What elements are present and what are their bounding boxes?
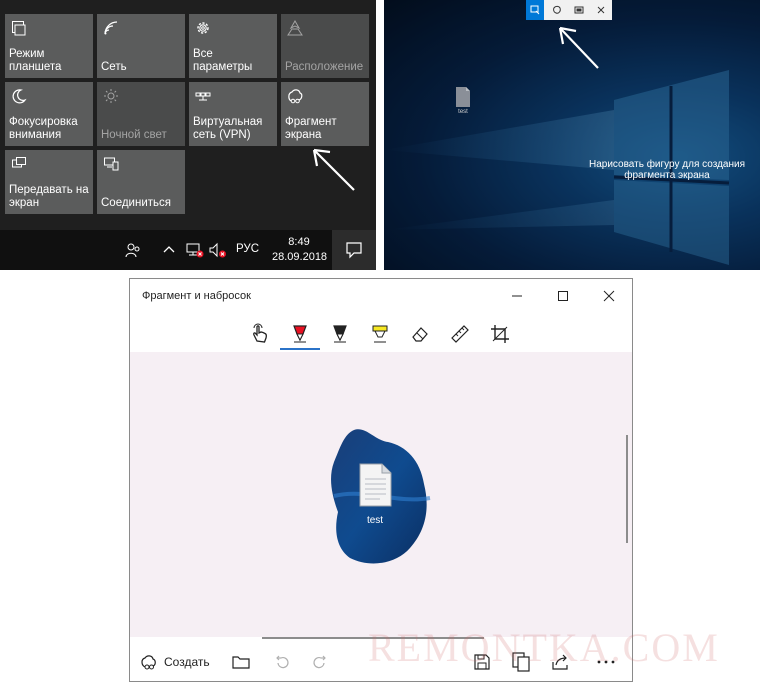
gear-icon xyxy=(197,22,209,34)
vpn-icon xyxy=(195,92,211,101)
people-icon[interactable] xyxy=(125,242,141,258)
highlighter-icon xyxy=(372,325,388,343)
clock[interactable]: 8:49 28.09.2018 xyxy=(272,235,328,265)
tile-project[interactable]: Передавать на экран xyxy=(5,150,93,214)
tile-tablet-mode[interactable]: Режим планшета xyxy=(5,14,93,78)
screen-snip-icon xyxy=(141,655,156,670)
chevron-up-icon[interactable] xyxy=(163,244,175,256)
window-snip-icon xyxy=(574,6,584,14)
pencil-icon xyxy=(333,325,347,343)
ruler-button[interactable] xyxy=(440,319,480,349)
eraser-button[interactable] xyxy=(400,319,440,349)
tile-network[interactable]: Сеть xyxy=(97,14,185,78)
tile-connect[interactable]: Соединиться xyxy=(97,150,185,214)
vertical-scrollbar[interactable] xyxy=(626,435,628,543)
moon-icon xyxy=(12,89,27,104)
tile-label: Ночной свет xyxy=(101,129,167,141)
action-center-panel: Режим планшета Сеть Все параметры Распол… xyxy=(0,0,376,270)
pencil-button[interactable] xyxy=(320,319,360,349)
create-label: Создать xyxy=(164,655,210,669)
tile-label: Соединиться xyxy=(101,197,171,209)
touch-writing-icon xyxy=(253,323,267,343)
close-icon xyxy=(597,6,605,14)
ballpoint-pen-icon xyxy=(293,325,307,343)
redo-icon xyxy=(313,655,326,669)
tile-vpn[interactable]: Виртуальная сеть (VPN) xyxy=(189,82,277,146)
undo-button[interactable] xyxy=(274,649,290,675)
tile-location[interactable]: Расположение xyxy=(281,14,369,78)
selected-tool-indicator xyxy=(280,348,320,350)
highlighter-button[interactable] xyxy=(360,319,400,349)
network-disconnected-icon[interactable] xyxy=(186,242,204,258)
tile-night-light[interactable]: Ночной свет xyxy=(97,82,185,146)
desktop-snipping-overlay[interactable]: test Нарисовать фигуру для создания фраг… xyxy=(384,0,760,270)
window-title: Фрагмент и набросок xyxy=(142,290,251,302)
tile-label: Сеть xyxy=(101,61,127,73)
create-button[interactable]: Создать xyxy=(140,649,210,675)
desktop-file-label: test xyxy=(458,109,468,115)
window-snip-button[interactable] xyxy=(570,0,588,20)
canvas-file-label: test xyxy=(366,515,384,526)
action-center-button[interactable] xyxy=(332,230,376,270)
location-icon xyxy=(287,20,303,36)
close-icon xyxy=(603,290,615,302)
tile-label: Передавать на экран xyxy=(9,184,89,209)
project-icon xyxy=(12,157,26,168)
ink-toolbar xyxy=(130,317,632,351)
tile-label: Режим планшета xyxy=(9,48,62,73)
maximize-icon xyxy=(558,291,568,301)
freeform-snip-icon xyxy=(553,5,561,14)
clock-date: 28.09.2018 xyxy=(272,251,328,263)
file-icon[interactable] xyxy=(454,86,472,108)
ruler-icon xyxy=(451,325,469,343)
tile-all-settings[interactable]: Все параметры xyxy=(189,14,277,78)
snip-mode-bar xyxy=(526,0,612,20)
freeform-snip-button[interactable] xyxy=(548,0,566,20)
annotation-arrow xyxy=(558,26,599,69)
volume-muted-icon[interactable] xyxy=(209,242,227,258)
snip-canvas[interactable]: test xyxy=(130,352,632,637)
annotation-arrow xyxy=(312,148,355,191)
maximize-button[interactable] xyxy=(540,279,586,313)
rectangular-snip-button[interactable] xyxy=(526,0,544,20)
tile-screen-snip[interactable]: Фрагмент экрана xyxy=(281,82,369,146)
tile-label: Расположение xyxy=(285,61,364,73)
site-watermark: REMONTKA.COM xyxy=(368,625,720,670)
brightness-icon xyxy=(104,89,118,103)
tile-label: Все параметры xyxy=(193,48,253,73)
open-file-button[interactable] xyxy=(232,649,250,675)
tablet-mode-icon xyxy=(12,21,26,36)
tile-label: Виртуальная сеть (VPN) xyxy=(193,116,263,141)
minimize-icon xyxy=(512,295,522,297)
notifications-icon xyxy=(346,242,362,259)
rectangular-snip-icon xyxy=(530,5,540,15)
snip-instruction: Нарисовать фигуру для создания фрагмента… xyxy=(588,159,745,181)
ballpoint-pen-button[interactable] xyxy=(280,319,320,349)
crop-button[interactable] xyxy=(480,319,520,349)
close-button[interactable] xyxy=(586,279,632,313)
undo-icon xyxy=(276,655,289,669)
close-snip-button[interactable] xyxy=(592,0,610,20)
touch-writing-button[interactable] xyxy=(240,319,280,349)
clock-time: 8:49 xyxy=(288,236,310,248)
screen-snip-icon xyxy=(288,89,303,104)
tile-label: Фокусировка внимания xyxy=(9,116,78,141)
folder-icon xyxy=(232,656,250,669)
connect-icon xyxy=(104,157,119,171)
redo-button[interactable] xyxy=(312,649,328,675)
snip-and-sketch-window: Фрагмент и набросок test Создать xyxy=(129,278,633,682)
eraser-icon xyxy=(412,327,428,342)
taskbar: РУС 8:49 28.09.2018 xyxy=(0,230,376,270)
tile-focus-assist[interactable]: Фокусировка внимания xyxy=(5,82,93,146)
file-icon xyxy=(359,463,392,507)
input-language[interactable]: РУС xyxy=(236,243,259,255)
tile-label: Фрагмент экрана xyxy=(285,116,337,141)
crop-icon xyxy=(491,325,509,343)
network-icon xyxy=(104,21,118,35)
minimize-button[interactable] xyxy=(494,279,540,313)
